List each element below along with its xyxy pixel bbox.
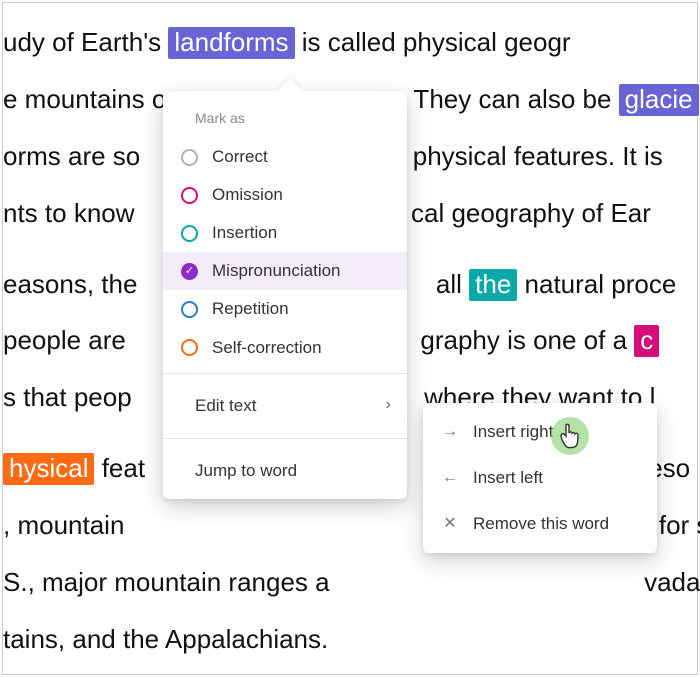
text-fragment: e mountains or [3,84,175,114]
text-fragment: people are [3,325,126,355]
text-fragment: vada [644,567,700,597]
menu-item-label: Jump to word [195,457,297,485]
radio-icon [181,187,198,204]
text-fragment: . They can also be [399,84,618,114]
menu-item-label: Mispronunciation [212,260,341,282]
submenu-item-label: Insert left [473,464,543,492]
chevron-right-icon: › [386,392,391,418]
text-fragment: cal geography of Ear [411,198,651,228]
mark-as-menu: Mark as Correct Omission Insertion Mispr… [163,91,407,499]
text-fragment: graphy is one of a [420,325,634,355]
menu-separator [163,438,407,439]
text-fragment: nts to know [3,198,135,228]
text-fragment: udy of Earth's [3,27,168,57]
submenu-item-label: Insert right [473,418,553,446]
highlighted-word-glacie[interactable]: glacie [619,84,699,116]
insert-left-item[interactable]: ← Insert left [423,455,657,501]
radio-icon [181,301,198,318]
mark-mispronunciation[interactable]: Mispronunciation [163,252,407,290]
submenu-item-label: Remove this word [473,510,609,538]
menu-header: Mark as [163,103,407,138]
menu-item-label: Self-correction [212,337,322,359]
arrow-right-icon: → [441,419,459,445]
menu-separator [163,373,407,374]
insert-right-item[interactable]: → Insert right [423,409,657,455]
mark-insertion[interactable]: Insertion [163,214,407,252]
text-fragment: s that peop [3,382,132,412]
close-icon: ✕ [441,511,459,537]
text-fragment: S., major mountain ranges a [3,567,330,597]
menu-item-label: Edit text [195,392,256,420]
text-fragment: physical features. It is [413,141,663,171]
menu-item-label: Correct [212,146,268,168]
radio-icon [181,149,198,166]
radio-icon-checked [181,263,198,280]
radio-icon [181,339,198,356]
text-fragment: for s [659,510,700,540]
text-fragment: easons, the [3,269,137,299]
text-fragment: tains, and the Appalachians. [3,624,328,654]
menu-item-label: Repetition [212,298,289,320]
mark-omission[interactable]: Omission [163,176,407,214]
text-fragment: orms are so [3,141,140,171]
highlighted-word-landforms[interactable]: landforms [168,27,294,59]
reading-passage-view: udy of Earth's landforms is called physi… [2,2,698,675]
highlighted-word-the[interactable]: the [469,269,517,301]
text-fragment: is called physical geogr [295,27,571,57]
highlighted-word-c[interactable]: c [634,325,659,357]
edit-text-item[interactable]: Edit text › [163,380,407,432]
mark-self-correction[interactable]: Self-correction [163,329,407,367]
mark-correct[interactable]: Correct [163,138,407,176]
edit-text-submenu: → Insert right ← Insert left ✕ Remove th… [423,403,657,553]
menu-item-label: Insertion [212,222,277,244]
mark-repetition[interactable]: Repetition [163,290,407,328]
text-fragment: natural proce [517,269,676,299]
jump-to-word-item[interactable]: Jump to word [163,445,407,499]
menu-item-label: Omission [212,184,283,206]
text-fragment: feat [94,453,145,483]
remove-word-item[interactable]: ✕ Remove this word [423,501,657,547]
radio-icon [181,225,198,242]
text-fragment: all [436,269,469,299]
arrow-left-icon: ← [441,465,459,491]
text-fragment: , mountain [3,510,124,540]
highlighted-word-hysical[interactable]: hysical [3,453,94,485]
